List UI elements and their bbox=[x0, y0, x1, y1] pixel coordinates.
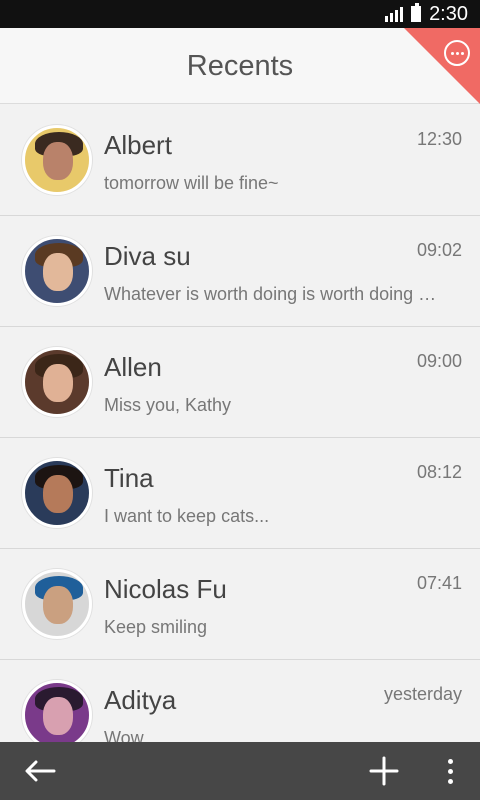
contact-name: Allen bbox=[104, 352, 162, 382]
conversation-row[interactable]: Allen 09:00 Miss you, Kathy bbox=[0, 327, 480, 438]
avatar bbox=[22, 569, 92, 639]
conversation-row[interactable]: Albert 12:30 tomorrow will be fine~ bbox=[0, 105, 480, 216]
back-arrow-icon bbox=[25, 760, 56, 782]
plus-icon bbox=[369, 756, 399, 786]
contact-name: Aditya bbox=[104, 685, 177, 715]
message-time: 08:12 bbox=[416, 462, 462, 482]
add-button[interactable] bbox=[356, 742, 412, 800]
avatar bbox=[22, 125, 92, 195]
contact-name: Nicolas Fu bbox=[104, 574, 227, 604]
message-preview: Wow bbox=[104, 728, 144, 742]
message-preview: Miss you, Kathy bbox=[104, 395, 232, 415]
message-time: 09:00 bbox=[416, 351, 462, 371]
contact-name: Diva su bbox=[104, 241, 191, 271]
overflow-menu-icon[interactable] bbox=[422, 742, 478, 800]
message-preview: I want to keep cats... bbox=[104, 506, 270, 526]
contact-name: Tina bbox=[104, 463, 154, 493]
message-time: 12:30 bbox=[416, 129, 462, 149]
message-time: 09:02 bbox=[416, 240, 462, 260]
status-icons: 2:30 bbox=[385, 0, 468, 28]
more-circle-icon[interactable] bbox=[444, 40, 470, 66]
back-button[interactable] bbox=[12, 742, 68, 800]
signal-icon bbox=[385, 6, 404, 22]
conversation-row[interactable]: Aditya yesterday Wow bbox=[0, 660, 480, 742]
contact-name: Albert bbox=[104, 130, 172, 160]
conversation-row[interactable]: Diva su 09:02 Whatever is worth doing is… bbox=[0, 216, 480, 327]
status-bar: 2:30 bbox=[0, 0, 480, 28]
app-header: Recents bbox=[0, 28, 480, 104]
bottom-action-bar bbox=[0, 742, 480, 800]
message-time: 07:41 bbox=[416, 573, 462, 593]
battery-icon bbox=[411, 3, 422, 22]
status-time: 2:30 bbox=[429, 3, 468, 25]
message-preview: Whatever is worth doing is worth doing w… bbox=[104, 284, 439, 304]
message-preview: Keep smiling bbox=[104, 617, 208, 637]
avatar bbox=[22, 347, 92, 417]
message-time: yesterday bbox=[383, 684, 462, 704]
avatar bbox=[22, 680, 92, 742]
conversation-list: Albert 12:30 tomorrow will be fine~ Diva… bbox=[0, 105, 480, 742]
conversation-row[interactable]: Tina 08:12 I want to keep cats... bbox=[0, 438, 480, 549]
conversation-row[interactable]: Nicolas Fu 07:41 Keep smiling bbox=[0, 549, 480, 660]
message-preview: tomorrow will be fine~ bbox=[104, 173, 279, 193]
corner-menu-button[interactable] bbox=[404, 28, 480, 104]
avatar bbox=[22, 458, 92, 528]
avatar bbox=[22, 236, 92, 306]
